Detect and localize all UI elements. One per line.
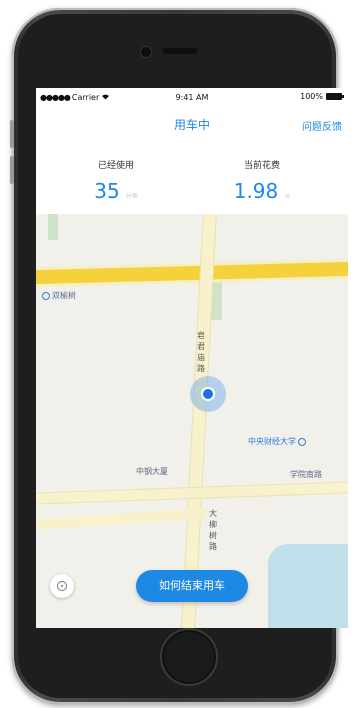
earpiece-speaker [162,48,198,54]
app-screen: ●●●●● Carrier 9:41 AM 100% 用车中 问题反馈 已经使用… [36,88,348,628]
current-location-icon [201,387,215,401]
status-bar: ●●●●● Carrier 9:41 AM 100% [36,88,348,106]
stat-current-cost-unit: 元 [284,193,291,200]
front-camera [140,46,152,58]
poi-central-university[interactable]: 中央财经大学 [248,436,308,447]
poi-shuangyu[interactable]: 双榆树 [42,290,76,301]
volume-up-button [10,120,14,148]
ride-stats: 已经使用 35 分钟 当前花费 1.98 元 [36,144,348,214]
diagonal-road [36,507,207,531]
locate-icon [57,581,67,591]
stat-time-used-value: 35 [94,179,120,203]
stat-current-cost: 当前花费 1.98 元 [202,158,322,203]
stat-time-used-label: 已经使用 [97,161,134,171]
map-view[interactable]: 双榆树 皂 君 庙 路 中央财经大学 中钢大厦 学院南路 大 柳 树 路 如何结 [36,214,348,628]
volume-down-button [10,156,14,184]
status-right: 100% [300,92,344,101]
poi-zhonggang[interactable]: 中钢大厦 [136,466,168,477]
battery-percent: 100% [300,92,323,101]
stat-current-cost-value: 1.98 [233,179,279,203]
recenter-button[interactable] [50,574,74,598]
end-ride-help-button[interactable]: 如何结束用车 [136,570,248,602]
poi-icon [298,437,306,446]
stat-current-cost-label: 当前花费 [243,161,280,171]
battery-icon [326,93,344,100]
road-label-south: 大 柳 树 路 [209,509,217,551]
stat-time-used-unit: 分钟 [125,193,138,200]
road-label-xueyuan-south: 学院南路 [290,470,322,479]
poi-icon [42,291,50,300]
park-area [48,214,58,240]
highway-road [36,261,348,285]
home-button[interactable] [160,628,218,686]
water-area [268,544,348,628]
nav-bar: 用车中 问题反馈 [36,114,348,136]
feedback-link[interactable]: 问题反馈 [302,118,342,133]
stat-time-used: 已经使用 35 分钟 [56,158,176,203]
road-label-north: 皂 君 庙 路 [197,331,205,373]
